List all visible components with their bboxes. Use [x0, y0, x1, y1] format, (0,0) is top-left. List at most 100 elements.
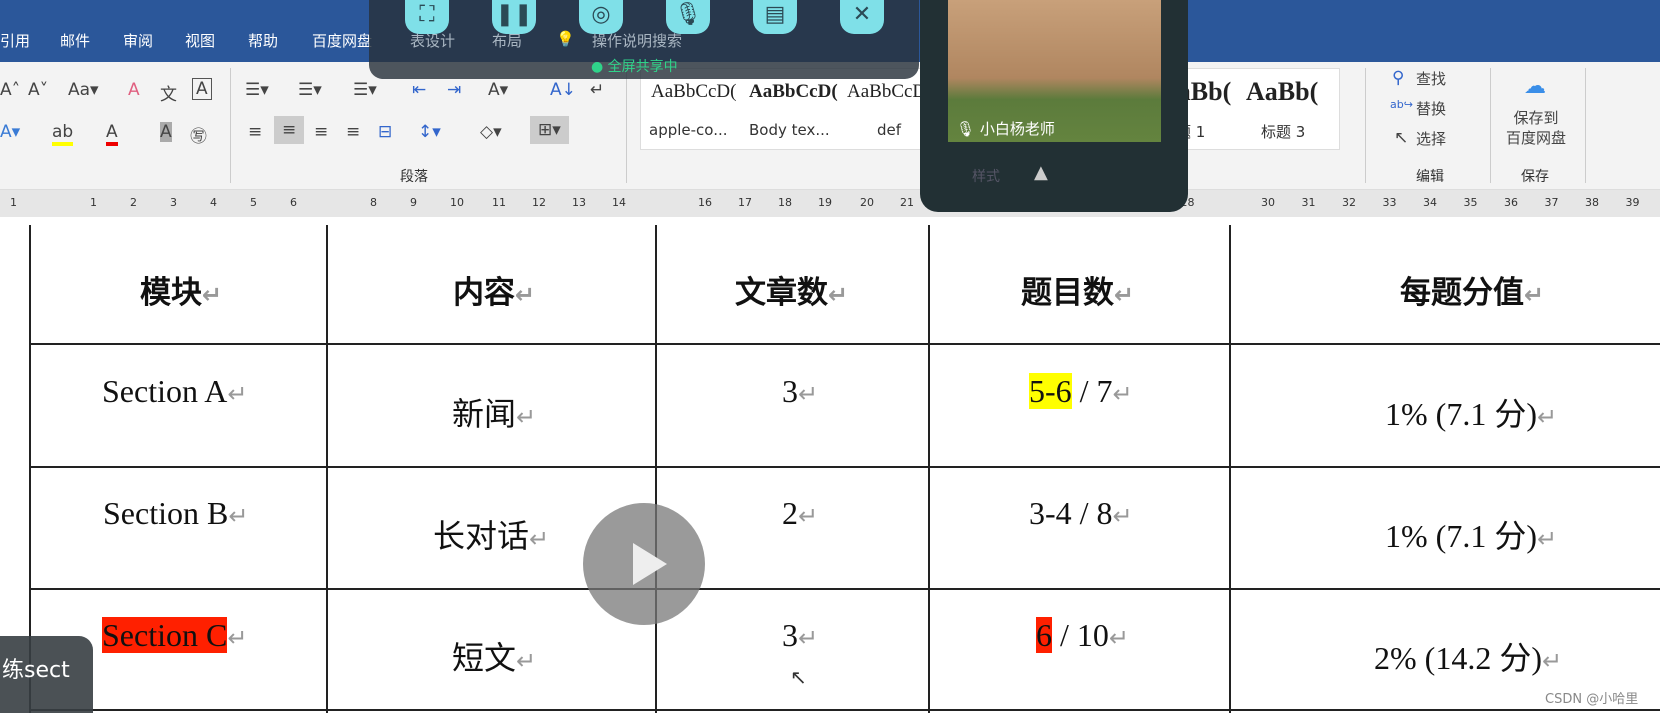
style-name[interactable]: Body tex... [749, 121, 830, 139]
ruler-number: 9 [410, 196, 417, 209]
ruler-number: 13 [572, 196, 586, 209]
find-icon[interactable]: ⚲ [1392, 68, 1404, 88]
multilevel-list-icon[interactable]: ☰▾ [353, 80, 377, 100]
text-effects-icon[interactable]: A▾ [0, 122, 20, 142]
divider [1585, 68, 1586, 183]
group-save-label: 保存 [1521, 169, 1549, 185]
ruler-number: 39 [1625, 196, 1640, 209]
tab-references[interactable]: 引用 [0, 30, 30, 51]
lightbulb-icon: 💡 [556, 30, 575, 48]
borders-icon[interactable]: ⊞▾ [530, 116, 569, 144]
table-border [29, 343, 1660, 345]
tab-view[interactable]: 视图 [185, 30, 215, 51]
pause-icon[interactable]: ❚❚ [492, 0, 536, 34]
tab-baidu-netdisk[interactable]: 百度网盘 [312, 30, 372, 51]
ruler-number: 18 [778, 196, 792, 209]
tab-table-design[interactable]: 表设计 [410, 30, 455, 51]
questions-cell: 5-6 / 7↵ [1029, 373, 1133, 409]
score-cell: 1% (7.1 分)↵ [1385, 518, 1558, 554]
shading-icon[interactable]: ◇▾ [480, 122, 502, 142]
find-button[interactable]: 查找 [1416, 68, 1446, 89]
table-border [655, 225, 657, 713]
ruler-number: 35 [1463, 196, 1478, 209]
ruler-number: 16 [698, 196, 712, 209]
settings-icon[interactable]: ▤ [753, 0, 797, 34]
style-preview[interactable]: AaBbCcD( [651, 81, 736, 103]
table-border [29, 466, 1660, 468]
style-preview[interactable]: AaBb( [1246, 77, 1318, 107]
sort-icon[interactable]: A↓ [550, 80, 576, 100]
justify-icon[interactable]: ≡ [346, 122, 360, 142]
mic-icon: 🎙 [956, 120, 980, 138]
microphone-icon[interactable]: 🎙 [666, 0, 710, 34]
character-border-icon[interactable]: A [192, 78, 212, 100]
font-color-icon[interactable]: A [106, 122, 118, 146]
table-border [29, 588, 1660, 590]
numbering-icon[interactable]: ☰▾ [298, 80, 322, 100]
ruler-number: 1 [10, 196, 17, 209]
tab-help[interactable]: 帮助 [248, 30, 278, 51]
distributed-icon[interactable]: ⊟ [378, 122, 392, 142]
content-cell: 新闻↵ [452, 396, 537, 432]
tab-mailings[interactable]: 邮件 [60, 30, 90, 51]
ruler-number: 6 [290, 196, 297, 209]
mouse-cursor-icon: ↖ [790, 665, 807, 689]
ruler-number: 38 [1585, 196, 1599, 209]
decrease-indent-icon[interactable]: ⇤ [412, 80, 426, 100]
tooltip: 练sect [0, 636, 93, 713]
table-border [1229, 225, 1231, 713]
align-left-icon[interactable]: ≡ [248, 122, 262, 142]
tab-review[interactable]: 审阅 [123, 30, 153, 51]
ruler-number: 3 [170, 196, 177, 209]
select-button[interactable]: 选择 [1416, 128, 1446, 149]
score-cell: 2% (14.2 分)↵ [1374, 640, 1563, 676]
ruler-number: 14 [612, 196, 626, 209]
replace-icon[interactable]: ab↪ [1390, 98, 1413, 111]
align-center-icon[interactable]: ≡ [274, 116, 305, 144]
ruler-number: 2 [130, 196, 137, 209]
share-status: ● 全屏共享中 [591, 59, 678, 75]
close-icon[interactable]: ✕ [840, 0, 884, 34]
show-marks-icon[interactable]: ↵ [590, 80, 604, 100]
camera-icon[interactable]: ◎ [579, 0, 623, 34]
tab-layout[interactable]: 布局 [492, 30, 522, 51]
module-cell: Section B↵ [103, 495, 249, 531]
content-cell: 短文↵ [452, 640, 537, 676]
style-preview[interactable]: AaBbCcD( [749, 81, 838, 103]
webcam-feed: 🎙 小白杨老师 [948, 0, 1161, 142]
horizontal-ruler[interactable]: 1123456891011121314161718192021232425262… [0, 190, 1660, 217]
baidu-netdisk-icon[interactable]: ☁ [1524, 74, 1546, 99]
shrink-font-icon[interactable]: A˅ [28, 80, 48, 100]
clear-format-icon[interactable]: A [128, 80, 140, 100]
style-name[interactable]: apple-co... [649, 121, 728, 139]
ruler-number: 19 [818, 196, 832, 209]
bullets-icon[interactable]: ☰▾ [245, 80, 269, 100]
select-cursor-icon[interactable]: ↖ [1394, 128, 1408, 148]
align-right-icon[interactable]: ≡ [314, 122, 328, 142]
grow-font-icon[interactable]: A˄ [0, 80, 20, 100]
character-shading-icon[interactable]: A [160, 122, 172, 142]
play-button[interactable] [583, 503, 705, 625]
phonetic-guide-icon[interactable]: 文 [160, 80, 177, 105]
change-case-icon[interactable]: Aa▾ [68, 80, 99, 100]
fullscreen-icon[interactable]: ⛶ [405, 0, 449, 34]
style-name[interactable]: def [877, 121, 901, 139]
collapse-panel-icon[interactable]: ▲ [1034, 162, 1048, 183]
highlight-icon[interactable]: ab [52, 122, 74, 146]
content-cell: 长对话↵ [433, 518, 550, 554]
ruler-number: 31 [1301, 196, 1316, 209]
save-to-baidu-button[interactable]: 保存到 百度网盘 [1506, 108, 1566, 148]
document-page: 模块↵ 内容↵ 文章数↵ 题目数↵ 每题分值↵ Section A↵ 新闻↵ 3… [0, 217, 1660, 713]
header-cell: 题目数↵ [1021, 275, 1135, 311]
ruler-number: 37 [1544, 196, 1559, 209]
asian-layout-icon[interactable]: A▾ [488, 80, 508, 100]
ruler-number: 36 [1504, 196, 1518, 209]
line-spacing-icon[interactable]: ↕▾ [418, 122, 441, 142]
divider [1490, 68, 1491, 183]
style-name[interactable]: 标题 3 [1261, 121, 1305, 142]
module-cell: Section C↵ [102, 617, 248, 653]
replace-button[interactable]: 替换 [1416, 98, 1446, 119]
increase-indent-icon[interactable]: ⇥ [447, 80, 461, 100]
search-hint[interactable]: 操作说明搜索 [592, 30, 682, 51]
enclose-character-icon[interactable]: ㊢ [190, 122, 207, 147]
